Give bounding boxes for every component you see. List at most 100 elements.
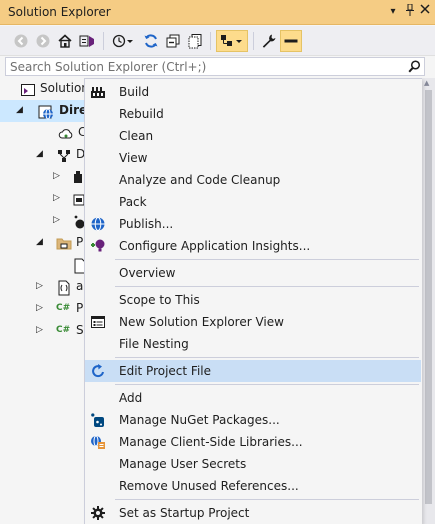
vertical-scrollbar[interactable]: ▲ [422,78,435,524]
home-button[interactable] [54,30,76,52]
preview-selected-items-button[interactable] [280,30,302,52]
collapsed-arrow-icon[interactable]: ▷ [53,193,63,205]
menu-item-analyze[interactable]: Analyze and Code Cleanup [85,169,421,191]
build-icon [90,84,106,100]
menu-item-view[interactable]: View [85,147,421,169]
menu-item-label: Manage NuGet Packages... [119,413,280,427]
menu-item-file-nesting[interactable]: File Nesting [85,333,421,355]
menu-separator [115,499,419,500]
menu-item-remove-unused-references[interactable]: Remove Unused References... [85,475,421,497]
connected-services-icon [58,126,74,142]
menu-item-set-as-startup-project[interactable]: Set as Startup Project [85,502,421,524]
dependencies-icon [56,148,72,164]
context-menu: Build Rebuild Clean View Analyze and Cod… [84,78,422,524]
menu-item-publish[interactable]: Publish... [85,213,421,235]
expanded-arrow-icon[interactable]: ◢ [36,149,46,161]
menu-separator [115,384,419,385]
collapse-all-button[interactable] [162,30,184,52]
search-icon[interactable] [408,60,421,76]
back-icon [14,34,28,48]
edit-project-file-icon [90,363,106,379]
forward-button[interactable] [32,30,54,52]
tree-row-label: Dire [59,103,88,117]
collapsed-arrow-icon[interactable]: ▷ [53,215,63,227]
menu-item-scope-to-this[interactable]: Scope to This [85,289,421,311]
menu-item-clean[interactable]: Clean [85,125,421,147]
menu-item-label: Manage Client-Side Libraries... [119,435,303,449]
menu-item-manage-client-side-libraries[interactable]: Manage Client-Side Libraries... [85,431,421,453]
menu-item-label: Publish... [119,217,174,231]
menu-item-label: Overview [119,266,176,280]
search-box[interactable] [5,57,425,76]
nuget-icon [90,412,106,428]
publish-globe-icon [90,216,106,232]
back-button[interactable] [10,30,32,52]
menu-item-add[interactable]: Add [85,387,421,409]
show-all-files-button[interactable] [184,30,206,52]
wrench-icon [262,34,276,48]
menu-item-configure-app-insights[interactable]: Configure Application Insights... [85,235,421,257]
menu-separator [115,357,419,358]
switch-views-button[interactable] [76,30,98,52]
appsettings-icon [56,280,72,296]
menu-item-label: View [119,151,148,165]
menu-item-label: Edit Project File [119,364,212,378]
collapse-all-icon [166,34,180,48]
pin-icon[interactable] [403,3,417,20]
scrollbar-thumb[interactable] [425,90,432,504]
menu-item-label: Manage User Secrets [119,457,247,471]
new-view-icon [90,314,106,330]
gear-icon [90,505,106,521]
collapsed-arrow-icon[interactable]: ▷ [36,325,46,337]
menu-item-pack[interactable]: Pack [85,191,421,213]
menu-item-label: Remove Unused References... [119,479,299,493]
menu-item-label: Analyze and Code Cleanup [119,173,281,187]
sync-icon [144,34,158,48]
switch-views-icon [79,35,94,47]
menu-item-label: New Solution Explorer View [119,315,284,329]
solution-icon [20,82,36,98]
properties-button[interactable] [258,30,280,52]
tree-row-label: P [76,235,84,249]
menu-separator [115,286,419,287]
expanded-arrow-icon[interactable]: ◢ [36,237,46,249]
menu-item-label: Set as Startup Project [119,506,250,520]
window-position-dropdown-icon[interactable]: ▾ [386,4,400,20]
tree-row-label: a [76,279,84,293]
menu-separator [115,259,419,260]
scroll-up-icon[interactable]: ▲ [424,79,429,87]
preview-icon [284,39,298,43]
menu-item-label: Clean [119,129,154,143]
csharp-file-icon: C# [56,325,71,335]
search-input[interactable] [10,59,405,74]
menu-item-overview[interactable]: Overview [85,262,421,284]
forward-icon [36,34,50,48]
web-project-icon [38,104,54,120]
collapsed-arrow-icon[interactable]: ▷ [36,281,46,293]
menu-item-rebuild[interactable]: Rebuild [85,103,421,125]
menu-item-label: Rebuild [119,107,164,121]
track-active-item-button[interactable] [216,30,248,52]
menu-item-new-solution-explorer-view[interactable]: New Solution Explorer View [85,311,421,333]
close-icon[interactable] [418,4,432,20]
title-bar: Solution Explorer ▾ [0,0,435,25]
collapsed-arrow-icon[interactable]: ▷ [36,303,46,315]
pending-changes-filter-button[interactable] [108,30,138,52]
menu-item-manage-user-secrets[interactable]: Manage User Secrets [85,453,421,475]
menu-item-label: Configure Application Insights... [119,239,311,253]
menu-item-label: Add [119,391,143,405]
clock-icon [112,34,133,48]
menu-item-build[interactable]: Build [85,81,421,103]
menu-item-manage-nuget[interactable]: Manage NuGet Packages... [85,409,421,431]
menu-item-label: Build [119,85,150,99]
menu-item-edit-project-file[interactable]: Edit Project File [85,360,421,382]
collapsed-arrow-icon[interactable]: ▷ [53,171,63,183]
expanded-arrow-icon[interactable]: ◢ [16,105,26,117]
sync-button[interactable] [140,30,162,52]
menu-item-label: Pack [119,195,147,209]
tree-row-label: P [76,301,84,315]
menu-item-label: File Nesting [119,337,189,351]
toolbar [0,26,435,56]
properties-folder-icon [56,236,72,252]
menu-item-label: Scope to This [119,293,200,307]
